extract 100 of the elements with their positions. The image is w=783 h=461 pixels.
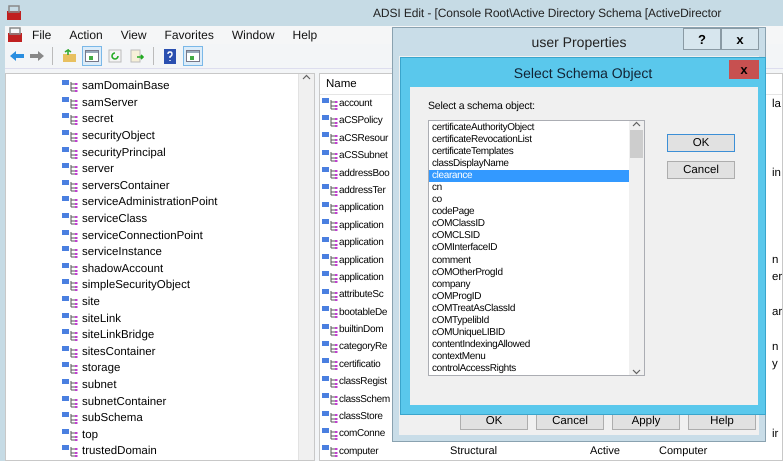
list-item[interactable]: cn — [429, 182, 629, 194]
list-item[interactable]: cOMInterfaceID — [429, 242, 629, 255]
tree-item[interactable]: subnet — [82, 378, 117, 391]
table-cell: n — [772, 254, 778, 266]
tree-item[interactable]: shadowAccount — [82, 262, 164, 275]
back-arrow-icon[interactable] — [9, 50, 25, 62]
list-item[interactable]: computer — [339, 446, 378, 457]
refresh-icon[interactable] — [106, 47, 124, 65]
list-item[interactable]: certificateAuthorityObject — [429, 122, 629, 134]
tree-item[interactable]: subnetContainer — [82, 396, 166, 408]
tree-item[interactable]: serviceConnectionPoint — [82, 230, 203, 242]
list-item[interactable]: account — [339, 98, 372, 110]
tree-item[interactable]: site — [82, 296, 100, 308]
tree-item[interactable]: simpleSecurityObject — [82, 279, 190, 292]
tree-item[interactable]: trustedDomain — [82, 445, 157, 458]
menu-item[interactable]: Action — [60, 28, 112, 42]
list-item[interactable]: cOMClassID — [429, 218, 629, 230]
window-title: ADSI Edit - [Console Root\Active Directory Schema [ActiveDirector — [373, 6, 722, 20]
tree-item[interactable]: securityPrincipal — [82, 146, 166, 159]
schema-class-icon — [322, 271, 338, 284]
list-item[interactable]: addressBoo — [339, 168, 390, 179]
tree-item[interactable]: serversContainer — [82, 180, 170, 192]
list-item[interactable]: cOMCLSID — [429, 230, 629, 242]
list-item[interactable]: contextMenu — [429, 350, 629, 363]
scroll-up-icon[interactable] — [632, 121, 641, 127]
list-item[interactable]: cOMTreatAsClassId — [429, 302, 629, 315]
list-item[interactable]: codePage — [429, 206, 629, 218]
list-item[interactable]: cOMTypelibId — [429, 314, 629, 327]
tree-item[interactable]: top — [82, 428, 98, 441]
tree-item[interactable]: securityObject — [82, 130, 155, 142]
tree-item[interactable]: serviceClass — [82, 213, 148, 226]
close-button[interactable]: x — [729, 60, 759, 79]
tree-item[interactable]: samDomainBase — [82, 80, 170, 92]
tree-item[interactable]: subSchema — [82, 412, 143, 424]
list-item[interactable]: company — [429, 278, 629, 291]
menu-item[interactable]: Favorites — [156, 28, 223, 42]
help-icon[interactable] — [161, 47, 179, 65]
tree-item[interactable]: siteLinkBridge — [82, 329, 154, 342]
tree-item[interactable]: server — [82, 163, 114, 176]
tree-item[interactable]: sitesContainer — [82, 346, 156, 358]
list-item[interactable]: application — [339, 272, 384, 283]
list-item[interactable]: application — [339, 202, 384, 214]
list-item[interactable]: classStore — [339, 411, 383, 422]
table-cell-text: Structural — [450, 445, 498, 458]
list-item[interactable]: comment — [429, 254, 629, 267]
tree-item[interactable]: secret — [82, 113, 114, 126]
list-item[interactable]: bootableDe — [339, 306, 388, 318]
list-item[interactable]: cOMOtherProgId — [429, 266, 629, 279]
list-item[interactable]: classRegist — [339, 376, 387, 388]
schema-class-icon — [322, 236, 338, 249]
dialog-button[interactable]: OK — [667, 134, 735, 152]
title-bar-button[interactable]: x — [721, 28, 759, 50]
scroll-up-icon[interactable] — [302, 74, 311, 80]
tree-item[interactable]: siteLink — [82, 312, 121, 325]
schema-class-icon — [62, 329, 78, 342]
table-cell: ir — [772, 428, 778, 440]
menu-item[interactable]: Help — [284, 28, 326, 42]
list-item[interactable]: aCSResour — [339, 132, 388, 144]
list-item[interactable]: controlAccessRights — [429, 362, 629, 375]
app-icon[interactable] — [7, 27, 23, 43]
tree-item[interactable]: serviceInstance — [82, 246, 162, 258]
list-item[interactable]: aCSPolicy — [339, 115, 382, 126]
list-item[interactable]: comConne — [339, 428, 385, 440]
list-item[interactable]: certificatio — [339, 358, 380, 370]
list-item[interactable]: classDisplayName — [429, 158, 629, 170]
menu-item[interactable]: File — [23, 28, 60, 42]
schema-class-icon — [322, 358, 338, 370]
list-item[interactable]: cOMProgID — [429, 290, 629, 303]
list-item[interactable]: categoryRe — [339, 341, 388, 352]
list-item[interactable]: application — [339, 254, 384, 266]
dialog-button[interactable]: Cancel — [667, 161, 735, 179]
list-item[interactable]: builtinDom — [339, 324, 384, 336]
scroll-thumb[interactable] — [630, 130, 643, 158]
schema-class-icon — [322, 340, 338, 353]
title-bar-button[interactable]: ? — [683, 28, 721, 50]
list-item[interactable]: aCSSubnet — [339, 150, 388, 162]
tree-item[interactable]: storage — [82, 362, 120, 374]
pane-toggle-icon[interactable] — [82, 46, 102, 66]
export-icon[interactable] — [128, 47, 146, 65]
scroll-down-icon[interactable] — [632, 369, 641, 375]
list-item[interactable]: certificateRevocationList — [429, 134, 629, 146]
list-item[interactable]: application — [339, 237, 384, 248]
list-item[interactable]: classSchem — [339, 394, 390, 405]
list-item[interactable]: cOMUniqueLIBID — [429, 326, 629, 339]
list-item[interactable]: application — [339, 220, 384, 231]
list-item[interactable]: certificateTemplates — [429, 146, 629, 158]
schema-class-icon — [62, 296, 78, 308]
tree-item[interactable]: serviceAdministrationPoint — [82, 196, 218, 208]
forward-arrow-icon[interactable] — [29, 50, 45, 62]
menu-item[interactable]: Window — [222, 28, 284, 42]
list-item[interactable]: co — [429, 194, 629, 206]
list-item[interactable]: addressTer — [339, 184, 386, 196]
menu-item[interactable]: View — [112, 28, 156, 42]
list-item[interactable]: contentIndexingAllowed — [429, 338, 629, 351]
folder-up-icon[interactable] — [60, 47, 78, 65]
tree-item[interactable]: samServer — [82, 96, 138, 109]
dialog-title: Select Schema Object — [514, 64, 652, 80]
column-header[interactable]: Name — [320, 78, 357, 90]
list-item[interactable]: attributeSc — [339, 289, 384, 300]
pane-toggle-icon[interactable] — [183, 46, 203, 66]
